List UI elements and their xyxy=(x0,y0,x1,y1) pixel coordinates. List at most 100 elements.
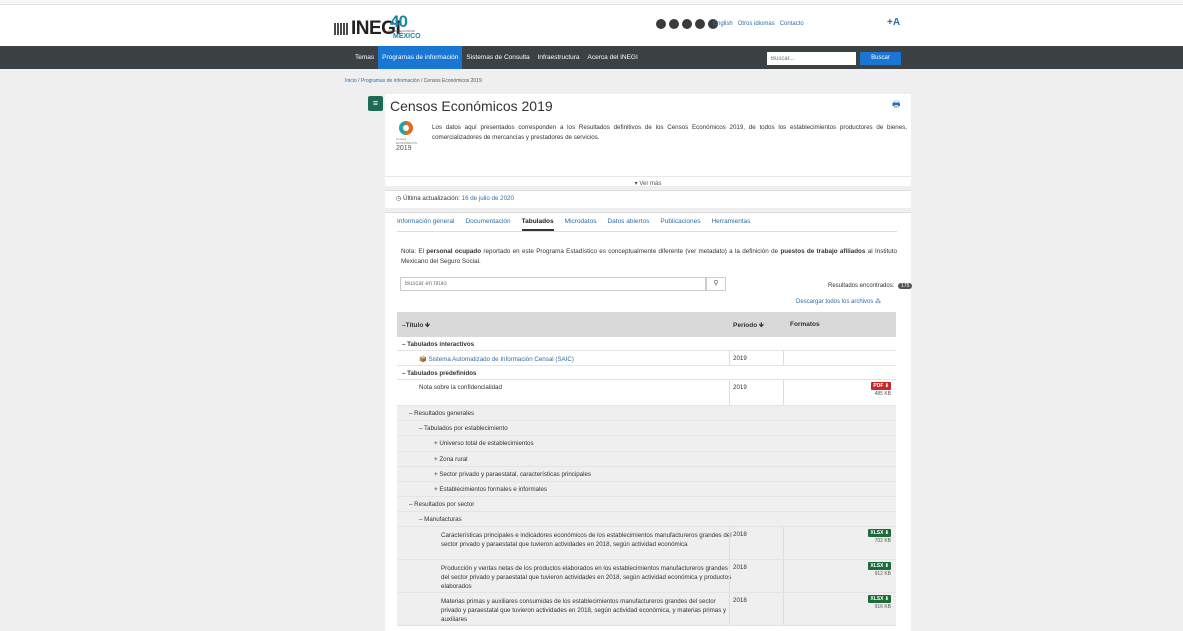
column-divider xyxy=(729,527,730,559)
clock-icon: ◷ xyxy=(396,195,402,202)
table-header: –Título 🡻 Periodo 🡻 Formatos xyxy=(397,312,896,337)
youtube-icon[interactable] xyxy=(682,19,692,29)
table-row[interactable]: – Tabulados predefinidos xyxy=(397,366,896,380)
table-row: Producción y ventas netas de los product… xyxy=(397,560,896,593)
last-update-text: ◷ Última actualización: 16 de julio de 2… xyxy=(396,195,514,202)
xlsx-download-button[interactable]: XLSX ⬇ xyxy=(868,562,891,570)
expand-icon: + xyxy=(434,486,438,493)
table-row[interactable]: – Tabulados interactivos xyxy=(397,337,896,351)
column-divider xyxy=(729,560,730,592)
row-title: – Manufacturas xyxy=(419,516,462,523)
row-title: + Establecimientos formales e informales xyxy=(434,486,547,493)
table-row[interactable]: + Zona rural xyxy=(397,452,896,467)
column-divider xyxy=(729,351,730,365)
font-size-button[interactable]: +A xyxy=(887,17,900,28)
tab-documentacion[interactable]: Documentación xyxy=(465,218,510,231)
row-title: – Tabulados interactivos xyxy=(402,341,475,348)
column-divider xyxy=(783,527,784,559)
download-all-link[interactable]: Descargar todos los archivos ⁂ xyxy=(796,298,881,305)
instagram-icon[interactable] xyxy=(695,19,705,29)
nav-items: Temas Programas de información Sistemas … xyxy=(351,46,642,69)
row-period: 2018 xyxy=(733,531,747,538)
row-label: Establecimientos formales e informales xyxy=(439,486,547,493)
row-title: Producción y ventas netas de los product… xyxy=(441,565,732,590)
row-title: + Sector privado y paraestatal, caracter… xyxy=(434,471,591,478)
results-badge: 175 xyxy=(898,283,913,289)
row-title[interactable]: 📦 Sistema Automatizado de Información Ce… xyxy=(419,355,574,363)
other-languages-link[interactable]: Otros idiomas xyxy=(738,21,775,27)
xlsx-download-button[interactable]: XLSX ⬇ xyxy=(868,595,891,603)
table-row: Nota sobre la confidencialidad 2019 PDF … xyxy=(397,380,896,406)
tab-herramientas[interactable]: Herramientas xyxy=(711,218,750,231)
contact-link[interactable]: Contacto xyxy=(780,21,804,27)
nav-item-temas[interactable]: Temas xyxy=(351,46,378,69)
table-row[interactable]: + Establecimientos formales e informales xyxy=(397,482,896,497)
tab-tabulados[interactable]: Tabulados xyxy=(521,218,554,231)
title-search-input[interactable] xyxy=(400,277,706,291)
download-tree-icon: ⁂ xyxy=(875,299,882,305)
header-period-label: Periodo xyxy=(733,322,758,329)
table-row[interactable]: – Manufacturas xyxy=(397,512,896,527)
breadcrumb-home[interactable]: Inicio xyxy=(345,78,357,84)
header-links: English Otros idiomas Contacto xyxy=(713,21,804,27)
header-title[interactable]: –Título 🡻 xyxy=(402,321,430,332)
nav-item-sistemas[interactable]: Sistemas de Consulta xyxy=(462,46,533,69)
row-period: 2018 xyxy=(733,564,747,571)
column-divider xyxy=(783,380,784,405)
column-divider xyxy=(783,593,784,625)
file-size: 912 KB xyxy=(874,571,891,577)
inegi-logo-mark xyxy=(334,23,348,35)
table-row: 📦 Sistema Automatizado de Información Ce… xyxy=(397,351,896,366)
header-period[interactable]: Periodo 🡻 xyxy=(733,321,764,332)
breadcrumb-section[interactable]: Programas de información xyxy=(361,78,420,84)
row-period: 2019 xyxy=(733,355,747,362)
row-title: Características principales e indicadore… xyxy=(441,532,732,548)
hamburger-icon: ≡ xyxy=(372,98,379,108)
main-navbar: Temas Programas de información Sistemas … xyxy=(0,46,1183,69)
note-bold-2: puestos de trabajo afiliados xyxy=(780,248,866,255)
last-update-date[interactable]: 16 de julio de 2020 xyxy=(462,195,514,202)
ver-mas-toggle[interactable]: ▾ Ver más xyxy=(385,176,911,187)
row-format: XLSX ⬇ 702 KB xyxy=(868,529,891,544)
nav-item-infraestructura[interactable]: Infraestructura xyxy=(534,46,584,69)
tabs-divider xyxy=(397,231,897,232)
table-row[interactable]: – Resultados generales xyxy=(397,406,896,421)
tab-informacion-general[interactable]: Información general xyxy=(397,218,454,231)
table-row[interactable]: – Tabulados por establecimiento xyxy=(397,421,896,436)
xlsx-download-button[interactable]: XLSX ⬇ xyxy=(868,529,891,537)
row-label: Zona rural xyxy=(439,456,468,463)
nav-item-programas[interactable]: Programas de información xyxy=(378,46,463,69)
file-size: 916 KB xyxy=(874,604,891,610)
saic-link[interactable]: Sistema Automatizado de Información Cens… xyxy=(428,356,573,363)
table-row[interactable]: – Resultados por sector xyxy=(397,497,896,512)
column-divider xyxy=(783,560,784,592)
social-icons xyxy=(656,19,718,29)
row-title: + Zona rural xyxy=(434,456,468,463)
nav-item-acerca[interactable]: Acerca del INEGI xyxy=(584,46,642,69)
file-size: 485 KB xyxy=(874,391,891,397)
site-search-input[interactable] xyxy=(767,52,856,65)
pdf-download-button[interactable]: PDF ⬇ xyxy=(871,382,891,390)
censos-logo-mark xyxy=(399,121,413,135)
tab-publicaciones[interactable]: Publicaciones xyxy=(660,218,700,231)
twitter-icon[interactable] xyxy=(669,19,679,29)
row-title: – Resultados por sector xyxy=(409,501,475,508)
anniversary-logo: 40 AÑOS DE CONTAR MÉXICO xyxy=(388,12,421,42)
table-row[interactable]: + Sector privado y paraestatal, caracter… xyxy=(397,467,896,482)
expand-icon: + xyxy=(434,471,438,478)
facebook-icon[interactable] xyxy=(656,19,666,29)
note-bold-1: personal ocupado xyxy=(426,248,482,255)
row-title: Materias primas y auxiliares consumidas … xyxy=(441,598,727,623)
print-icon[interactable]: 🖶 xyxy=(892,97,901,113)
site-search-button[interactable]: Buscar xyxy=(860,52,901,65)
title-search-button[interactable]: ⚲ xyxy=(706,277,726,291)
table-row[interactable]: + Universo total de establecimientos xyxy=(397,436,896,452)
row-period: 2019 xyxy=(733,384,747,391)
english-link[interactable]: English xyxy=(713,21,733,27)
tab-datos-abiertos[interactable]: Datos abiertos xyxy=(607,218,649,231)
row-title: – Tabulados predefinidos xyxy=(402,370,477,377)
censos-logo: Censos ECONÓMICOS 2019 xyxy=(396,121,418,161)
tab-microdatos[interactable]: Microdatos xyxy=(565,218,597,231)
program-tabs: Información general Documentación Tabula… xyxy=(397,218,762,231)
side-menu-button[interactable]: ≡ xyxy=(368,96,383,111)
